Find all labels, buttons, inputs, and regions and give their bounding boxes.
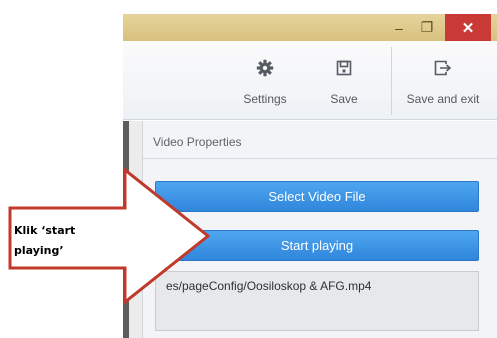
callout-arrow bbox=[8, 166, 211, 306]
callout-label: Klik ‘start playing’ bbox=[14, 224, 76, 257]
